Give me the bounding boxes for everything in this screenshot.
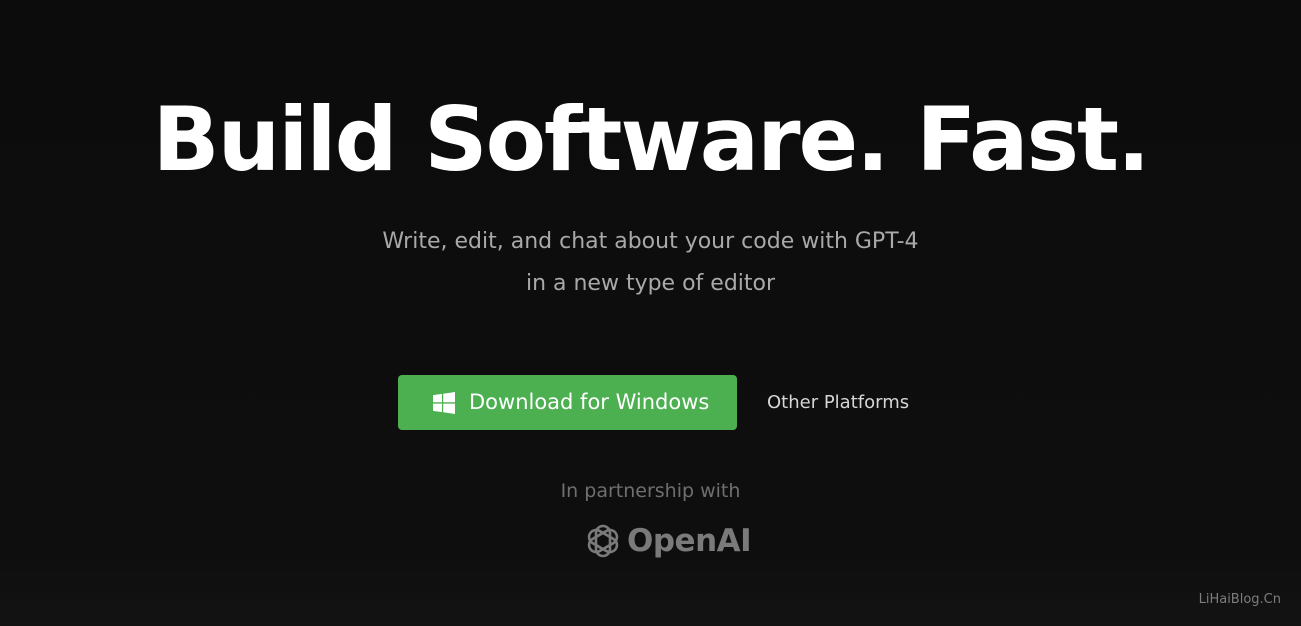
other-platforms-link[interactable]: Other Platforms (767, 391, 909, 415)
openai-wordmark: OpenAI (627, 523, 752, 559)
partnership-label: In partnership with (560, 480, 741, 502)
hero-subtitle-line-1: Write, edit, and chat about your code wi… (382, 229, 919, 254)
watermark: LiHaiBlog.Cn (1198, 592, 1281, 607)
hero-title: Build Software. Fast. (152, 88, 1151, 191)
openai-logo: OpenAI (583, 520, 752, 562)
openai-icon (587, 524, 619, 558)
download-for-windows-button[interactable]: Download for Windows (398, 375, 737, 430)
windows-icon (433, 392, 455, 414)
download-button-label: Download for Windows (469, 390, 710, 414)
hero-subtitle-line-2: in a new type of editor (525, 271, 776, 296)
